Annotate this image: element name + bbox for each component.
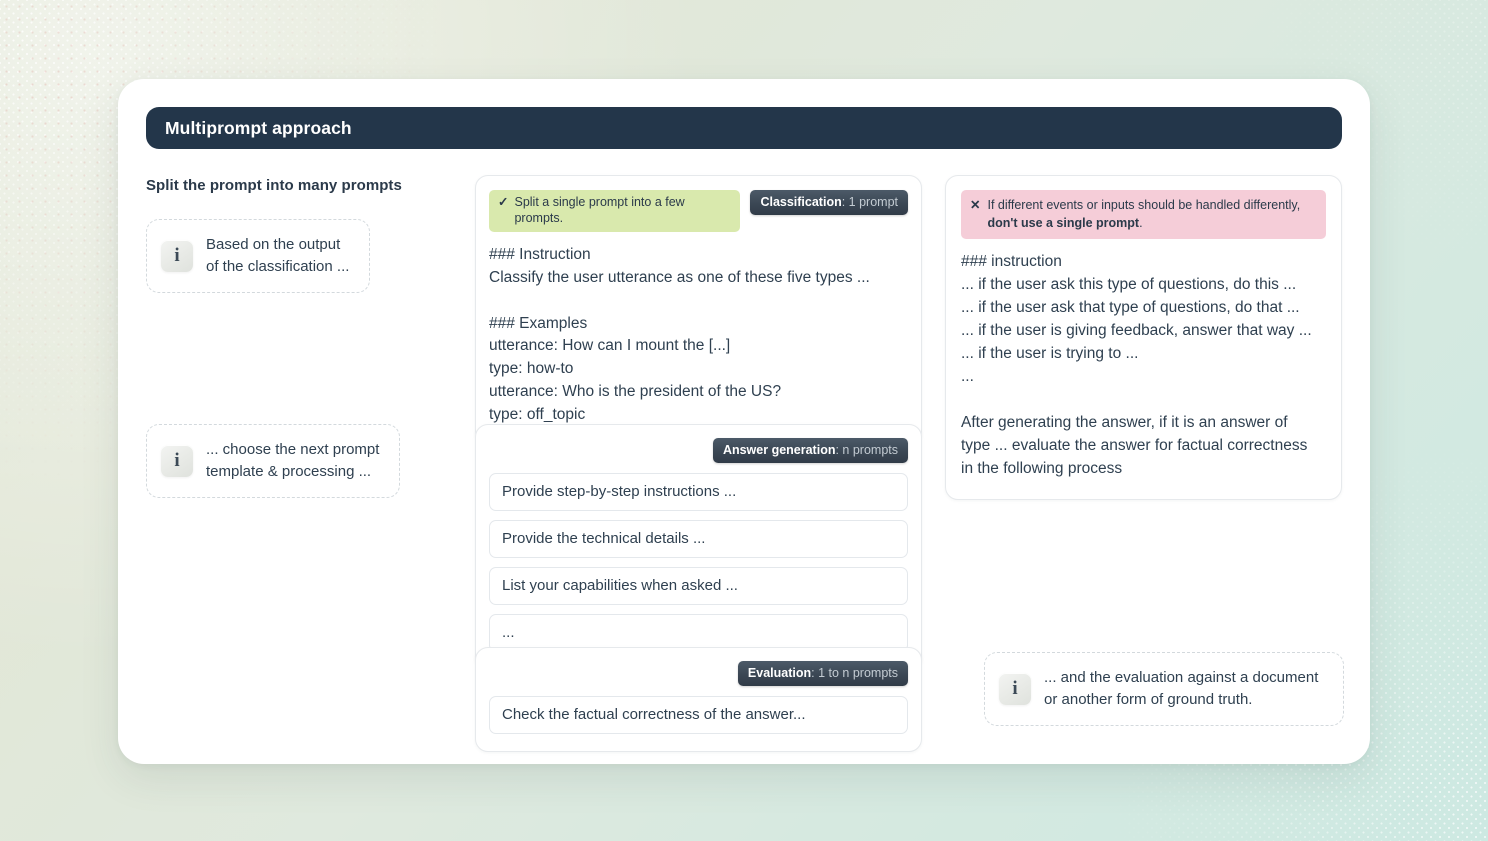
bad-badge-text-after: . — [1139, 216, 1143, 231]
stage-badge-key: Evaluation — [747, 666, 812, 680]
stage-badge-answer-generation: Answer generation: n prompts — [712, 438, 908, 463]
card-classification-body: ### Instruction Classify the user uttera… — [489, 246, 870, 423]
card-single-prompt-body: ### instruction ... if the user ask this… — [961, 253, 1312, 477]
prompt-item[interactable]: List your capabilities when asked ... — [489, 567, 908, 605]
note-evaluation: i ... and the evaluation against a docum… — [984, 652, 1344, 726]
badge-row: ✓ Split a single prompt into a few promp… — [489, 190, 908, 233]
section-title: Split the prompt into many prompts — [146, 177, 402, 194]
note-text: Based on the output of the classificatio… — [206, 236, 350, 275]
badge-row: Answer generation: n prompts — [489, 438, 908, 463]
prompt-item[interactable]: Provide the technical details ... — [489, 520, 908, 558]
badge-row: Evaluation: 1 to n prompts — [489, 661, 908, 686]
stage-badge-classification: Classification: 1 prompt — [750, 190, 908, 215]
stage-badge-value: : 1 to n prompts — [811, 666, 898, 680]
check-icon: ✓ — [498, 195, 509, 209]
stage-badge-key: Classification — [760, 195, 842, 209]
bad-badge-text-before: If different events or inputs should be … — [987, 198, 1301, 212]
card-single-prompt: ✕ If different events or inputs should b… — [945, 175, 1342, 500]
note-text: ... and the evaluation against a documen… — [1044, 669, 1319, 708]
left-column: Split the prompt into many prompts — [146, 177, 476, 194]
note-text: ... choose the next prompt template & pr… — [206, 441, 380, 480]
good-practice-badge: ✓ Split a single prompt into a few promp… — [489, 190, 741, 233]
prompt-item[interactable]: Provide step-by-step instructions ... — [489, 473, 908, 511]
card-classification: ✓ Split a single prompt into a few promp… — [475, 175, 922, 444]
info-icon: i — [161, 444, 193, 477]
stage-badge-key: Answer generation — [722, 443, 836, 457]
prompt-list: Check the factual correctness of the ans… — [489, 696, 908, 734]
cross-icon: ✕ — [970, 198, 981, 212]
stage-badge-evaluation: Evaluation: 1 to n prompts — [737, 661, 908, 686]
bad-badge-text-bold: don't use a single prompt — [987, 216, 1140, 231]
page-title: Multiprompt approach — [165, 117, 352, 138]
prompt-list: Provide step-by-step instructions ... Pr… — [489, 473, 908, 652]
info-icon: i — [999, 672, 1031, 705]
card-answer-generation: Answer generation: n prompts Provide ste… — [475, 424, 922, 670]
panel-header: Multiprompt approach — [146, 107, 1342, 149]
note-classification: i Based on the output of the classificat… — [146, 219, 370, 293]
card-evaluation: Evaluation: 1 to n prompts Check the fac… — [475, 647, 922, 752]
info-icon: i — [161, 239, 193, 272]
note-template: i ... choose the next prompt template & … — [146, 424, 400, 498]
prompt-item[interactable]: Check the factual correctness of the ans… — [489, 696, 908, 734]
good-practice-badge-label: Split a single prompt into a few prompts… — [514, 195, 685, 225]
main-panel: Multiprompt approach Split the prompt in… — [118, 79, 1370, 764]
bad-practice-badge: ✕ If different events or inputs should b… — [961, 190, 1326, 240]
stage-badge-value: : 1 prompt — [841, 195, 898, 209]
stage-badge-value: : n prompts — [835, 443, 898, 457]
bad-practice-badge-label: If different events or inputs should be … — [987, 196, 1315, 232]
